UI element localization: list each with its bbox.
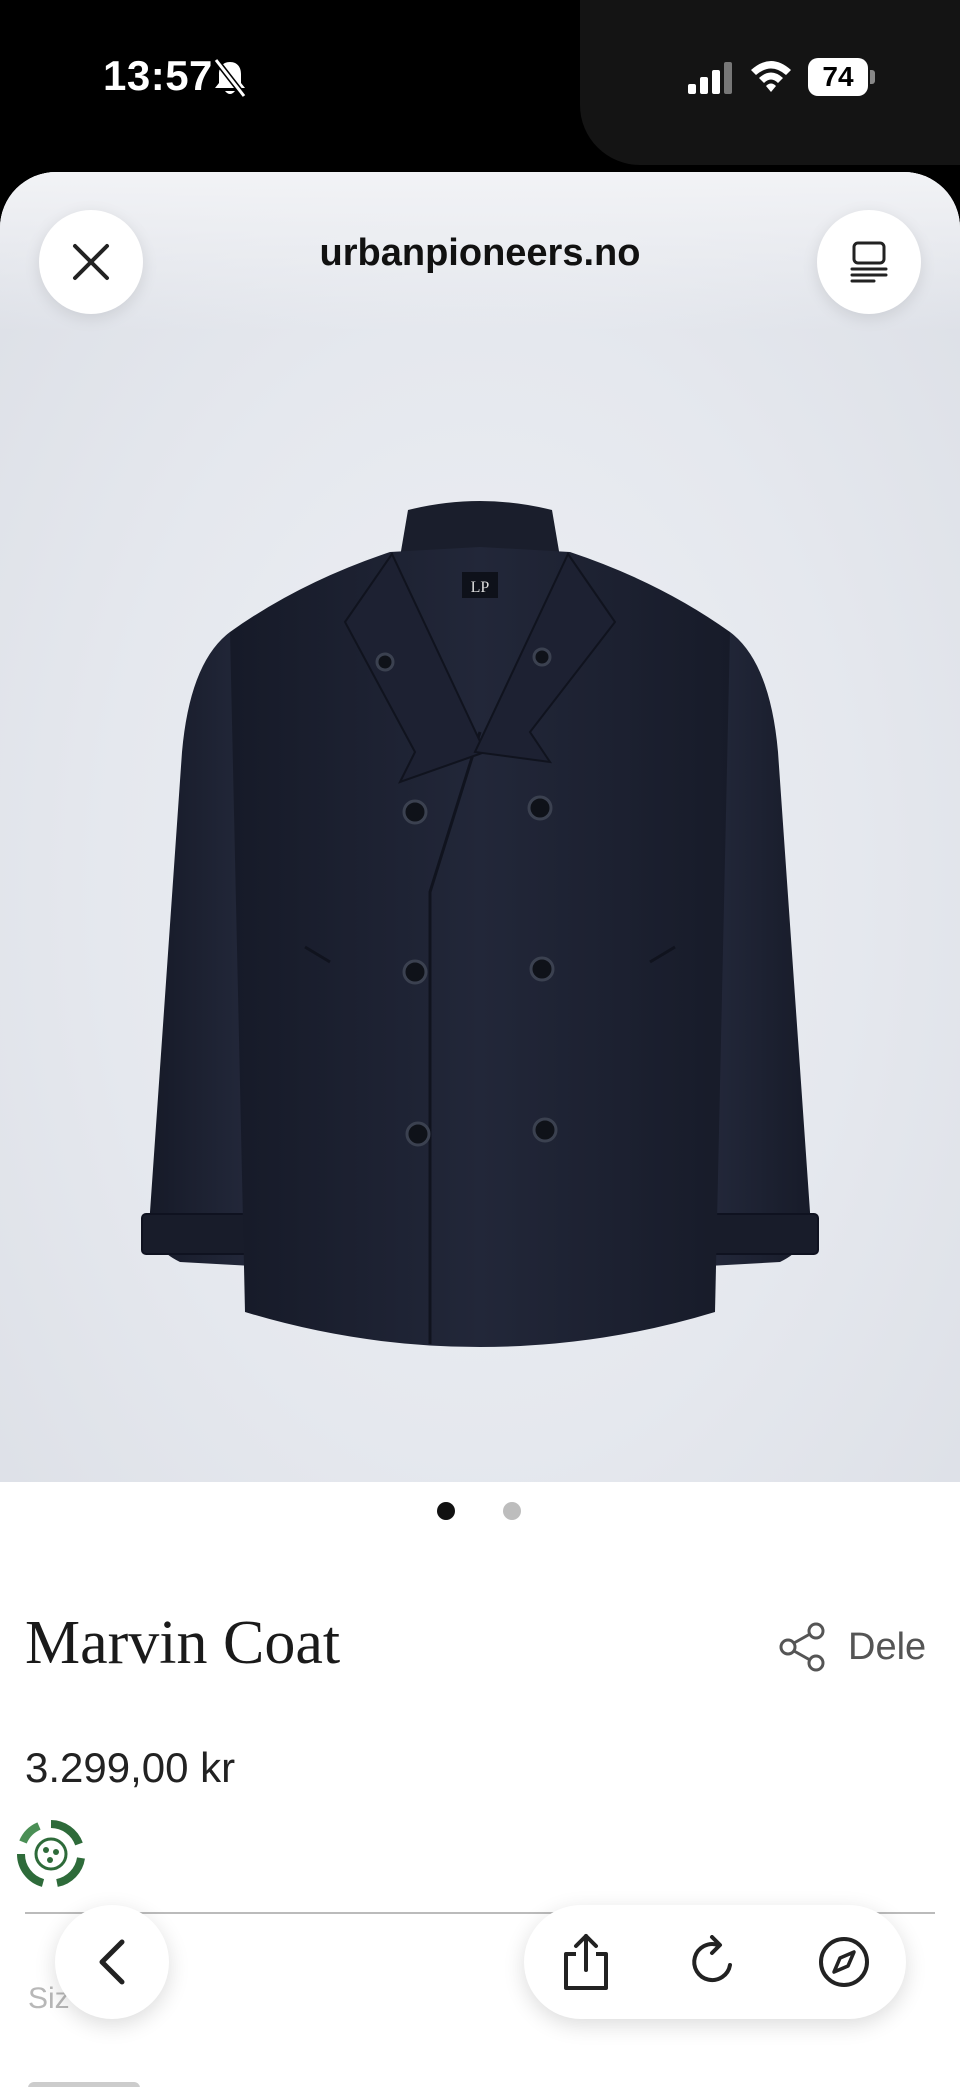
chevron-left-icon (99, 1939, 125, 1985)
bell-slash-icon (213, 58, 247, 98)
status-bar: 13:57 74 (0, 0, 960, 165)
share-nodes-icon (779, 1622, 825, 1672)
wifi-icon (751, 61, 791, 92)
carousel-dots (0, 1502, 960, 1526)
browser-sheet: LP urbanpioneers.no Marvin Coat Dele 3.2… (0, 172, 960, 2087)
reader-mode-icon (850, 241, 888, 283)
reload-icon (692, 1935, 732, 1983)
carousel-dot[interactable] (503, 1502, 521, 1520)
product-image[interactable]: LP (130, 332, 830, 1372)
status-time: 13:57 (103, 52, 213, 99)
compass-icon (819, 1937, 869, 1987)
svg-text:LP: LP (471, 579, 490, 596)
carousel-dot-active[interactable] (437, 1502, 455, 1520)
battery-tip (870, 70, 875, 84)
back-button[interactable] (55, 1905, 169, 2019)
eco-badge-icon[interactable] (17, 1820, 85, 1888)
signal-icon (688, 62, 732, 94)
compass-button[interactable] (814, 1932, 874, 1992)
site-domain: urbanpioneers.no (319, 232, 641, 274)
share-button[interactable] (556, 1932, 616, 1992)
share-product-button[interactable]: Dele (778, 1617, 926, 1677)
battery-level: 74 (808, 58, 868, 96)
battery-icon: 74 (808, 58, 875, 96)
product-price: 3.299,00 kr (25, 1744, 236, 1791)
product-title: Marvin Coat (25, 1609, 341, 1677)
share-label: Dele (848, 1625, 927, 1668)
size-option[interactable] (28, 2082, 140, 2087)
share-icon (564, 1934, 608, 1990)
reader-mode-button[interactable] (817, 210, 921, 314)
browser-toolbar (524, 1905, 906, 2019)
reload-button[interactable] (685, 1932, 745, 1992)
